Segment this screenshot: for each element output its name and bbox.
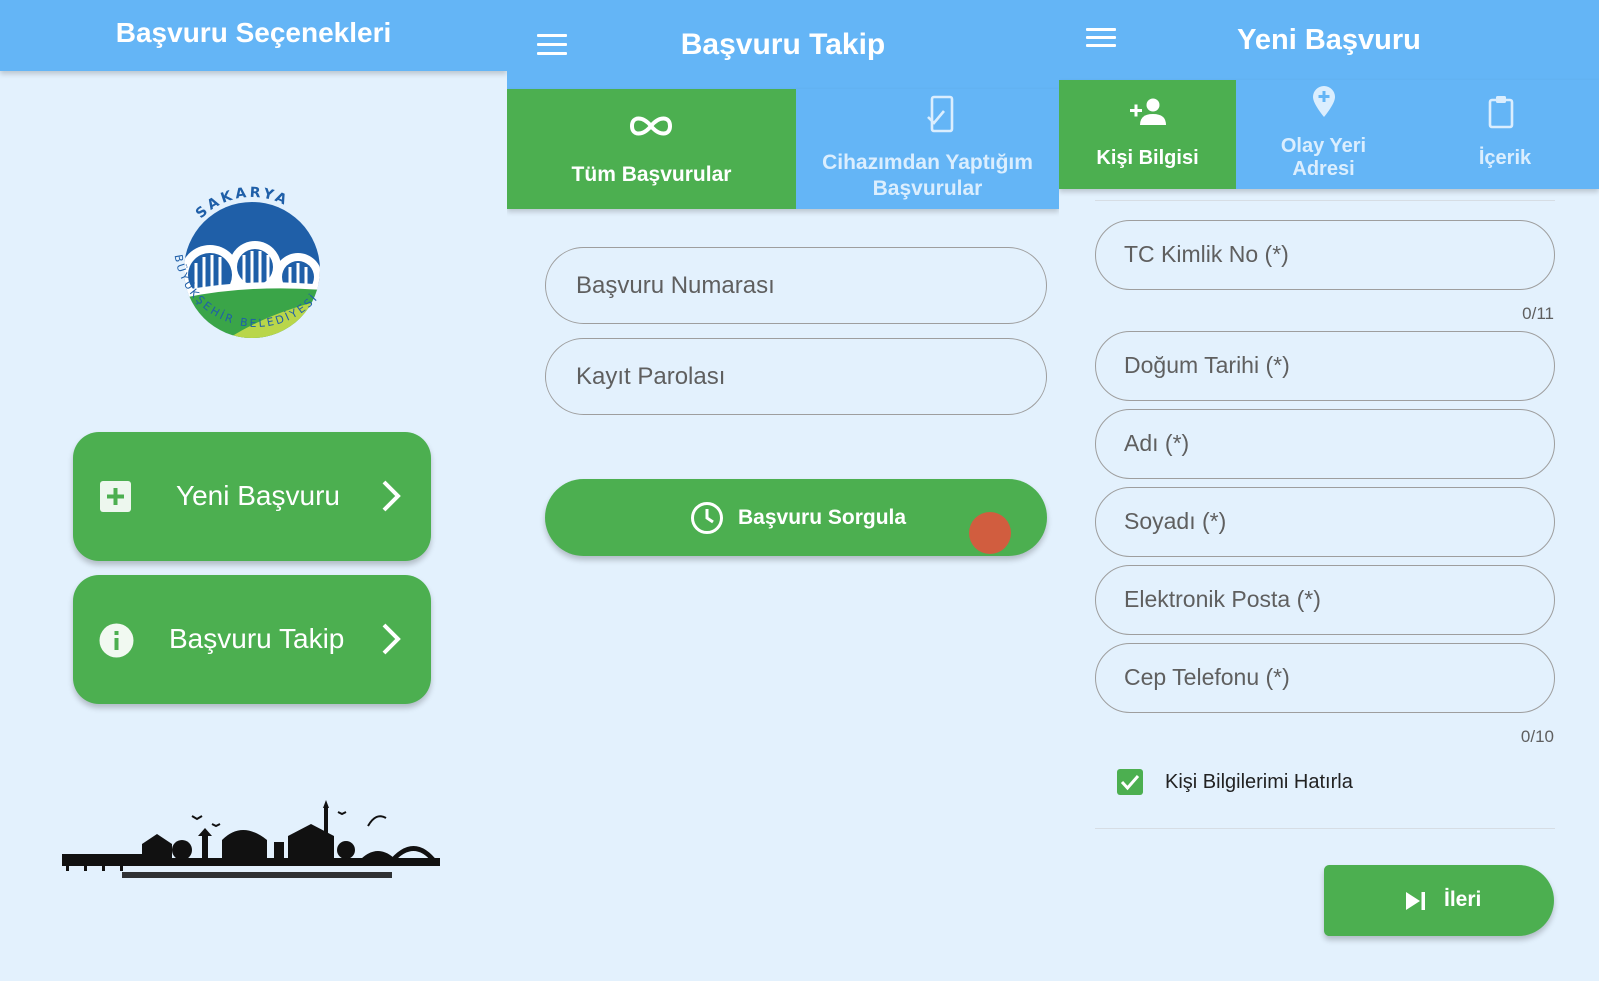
new-application-button[interactable]: Yeni Başvuru	[73, 432, 431, 561]
tab-content[interactable]: İçerik	[1411, 80, 1599, 189]
tc-id-placeholder: TC Kimlik No (*)	[1124, 241, 1289, 267]
info-icon	[99, 623, 134, 658]
remember-checkbox[interactable]	[1117, 769, 1143, 795]
application-tracking-label: Başvuru Takip	[169, 623, 345, 654]
new-application-screen: Yeni Başvuru Kişi Bilgisi Olay Yeri Adre…	[1059, 0, 1599, 981]
query-application-label: Başvuru Sorgula	[738, 506, 907, 529]
clock-icon	[691, 502, 723, 534]
page-title: Yeni Başvuru	[1237, 24, 1421, 56]
app-bar: Yeni Başvuru	[1059, 0, 1599, 80]
record-password-placeholder: Kayıt Parolası	[576, 363, 726, 390]
application-options-screen: Başvuru Seçenekleri SAKARYA BÜYÜKŞEHİR B…	[0, 0, 507, 981]
chevron-right-icon	[382, 623, 401, 655]
divider	[1095, 828, 1555, 829]
next-label: İleri	[1444, 888, 1482, 911]
sakarya-logo: SAKARYA BÜYÜKŞEHİR BELEDİYESİ	[172, 185, 320, 338]
phone-check-icon	[927, 95, 954, 133]
name-input[interactable]: Adı (*)	[1095, 409, 1555, 479]
birth-date-input[interactable]: Doğum Tarihi (*)	[1095, 331, 1555, 401]
phone-placeholder: Cep Telefonu (*)	[1124, 664, 1290, 690]
tab-my-device-applications[interactable]: Cihazımdan Yaptığım Başvurular	[796, 89, 1059, 209]
app-bar: Başvuru Takip	[507, 0, 1059, 89]
touch-indicator	[969, 512, 1011, 554]
checkmark-icon	[1120, 775, 1140, 791]
query-application-button[interactable]: Başvuru Sorgula	[545, 479, 1047, 556]
person-add-icon	[1130, 98, 1166, 125]
surname-input[interactable]: Soyadı (*)	[1095, 487, 1555, 557]
application-number-input[interactable]: Başvuru Numarası	[545, 247, 1047, 324]
next-button[interactable]: İleri	[1324, 865, 1554, 936]
application-number-placeholder: Başvuru Numarası	[576, 272, 775, 299]
chevron-right-icon	[382, 480, 401, 512]
record-password-input[interactable]: Kayıt Parolası	[545, 338, 1047, 415]
plus-box-icon	[100, 481, 131, 512]
email-placeholder: Elektronik Posta (*)	[1124, 586, 1321, 612]
skip-next-icon	[1406, 892, 1425, 910]
tc-id-counter: 0/11	[1522, 304, 1554, 323]
tab-incident-address[interactable]: Olay Yeri Adresi	[1236, 80, 1411, 189]
tracking-tabs: Tüm Başvurular Cihazımdan Yaptığım Başvu…	[507, 89, 1059, 209]
page-title: Başvuru Seçenekleri	[115, 17, 392, 48]
new-application-steps: Kişi Bilgisi Olay Yeri Adresi İçerik	[1059, 80, 1599, 189]
new-application-label: Yeni Başvuru	[176, 480, 340, 511]
city-skyline-illustration	[62, 800, 440, 878]
remember-label: Kişi Bilgilerimi Hatırla	[1165, 771, 1353, 793]
page-title: Başvuru Takip	[680, 28, 886, 61]
birth-date-placeholder: Doğum Tarihi (*)	[1124, 352, 1290, 378]
email-input[interactable]: Elektronik Posta (*)	[1095, 565, 1555, 635]
tab-person-info-label: Kişi Bilgisi	[1096, 147, 1199, 169]
app-bar: Başvuru Seçenekleri	[0, 0, 507, 71]
application-tracking-button[interactable]: Başvuru Takip	[73, 575, 431, 704]
phone-counter: 0/10	[1520, 727, 1554, 746]
tc-id-input[interactable]: TC Kimlik No (*)	[1095, 220, 1555, 290]
name-placeholder: Adı (*)	[1124, 430, 1190, 456]
location-pin-icon	[1313, 86, 1335, 117]
divider	[1095, 200, 1555, 201]
surname-placeholder: Soyadı (*)	[1124, 508, 1227, 534]
tab-person-info[interactable]: Kişi Bilgisi	[1059, 80, 1236, 189]
tab-content-label: İçerik	[1478, 147, 1532, 169]
tab-all-applications[interactable]: Tüm Başvurular	[507, 89, 796, 209]
tab-my-device-label-line1: Cihazımdan Yaptığım	[822, 151, 1033, 174]
infinity-icon	[629, 116, 673, 136]
application-tracking-screen: Başvuru Takip Tüm Başvurular Cihazımdan …	[507, 0, 1059, 981]
bottom-margin	[0, 981, 1599, 1000]
clipboard-icon	[1488, 96, 1514, 129]
tab-my-device-label-line2: Başvurular	[872, 177, 983, 200]
tab-all-applications-label: Tüm Başvurular	[571, 163, 732, 186]
phone-input[interactable]: Cep Telefonu (*)	[1095, 643, 1555, 713]
tab-incident-address-line1: Olay Yeri	[1280, 135, 1367, 157]
tab-incident-address-line2: Adresi	[1292, 158, 1355, 180]
